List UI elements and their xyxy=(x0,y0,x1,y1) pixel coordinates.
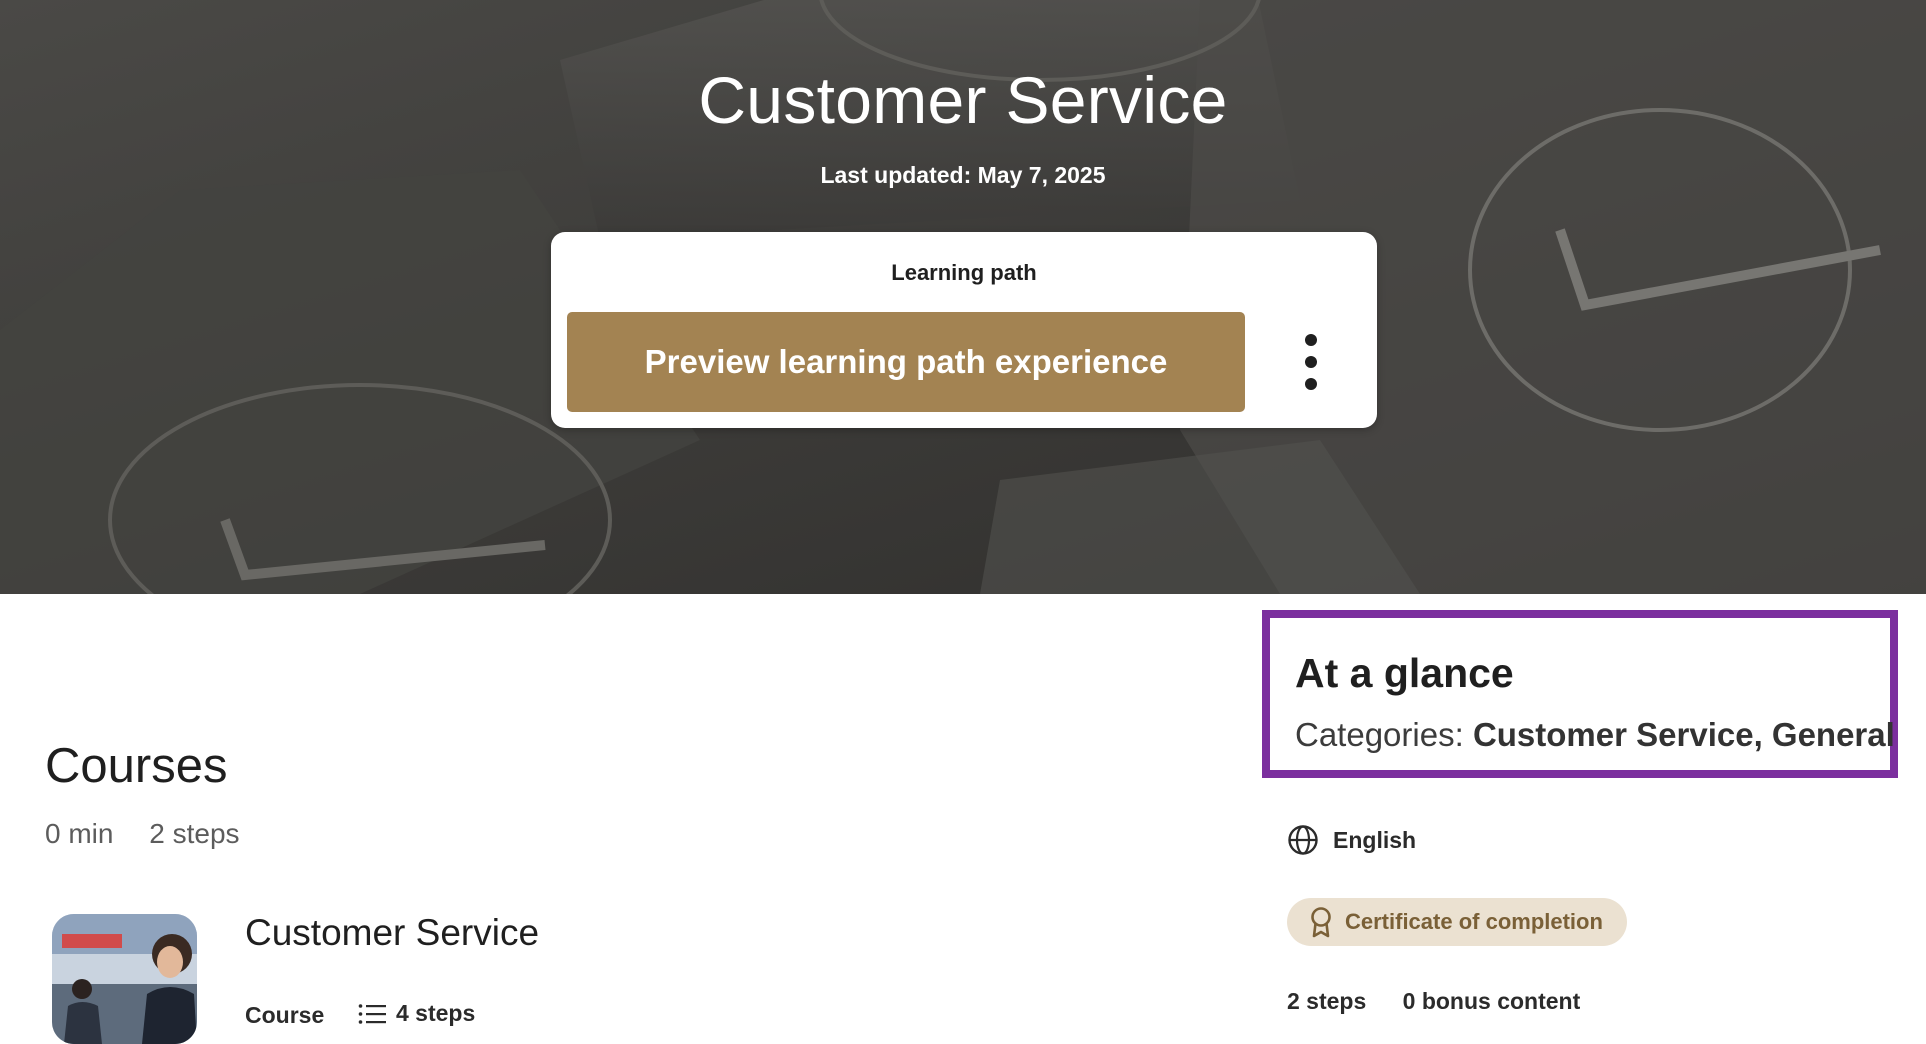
categories-value: Customer Service, General xyxy=(1472,716,1895,753)
learning-path-label: Learning path xyxy=(891,260,1037,285)
learning-path-card: Learning path Preview learning path expe… xyxy=(551,232,1377,428)
list-icon xyxy=(358,1003,386,1024)
courses-duration: 0 min xyxy=(45,818,114,849)
at-a-glance-title: At a glance xyxy=(1295,650,1514,696)
page-title: Customer Service xyxy=(698,63,1228,137)
preview-learning-path-button[interactable]: Preview learning path experience xyxy=(567,312,1245,412)
last-updated-text: Last updated: May 7, 2025 xyxy=(820,162,1106,188)
course-thumbnail-image xyxy=(52,914,197,1044)
courses-meta: 0 min 2 steps xyxy=(45,818,268,850)
course-step-count: 4 steps xyxy=(396,1000,476,1026)
at-a-glance-panel: At a glance Categories: Customer Service… xyxy=(1262,610,1898,778)
globe-icon xyxy=(1288,825,1318,855)
categories-label: Categories: xyxy=(1295,716,1464,753)
course-thumbnail[interactable] xyxy=(52,914,197,1044)
courses-heading: Courses xyxy=(45,739,228,793)
categories-row: Categories: Customer Service, General xyxy=(1295,716,1895,754)
hero-banner: Customer Service Last updated: May 7, 20… xyxy=(0,0,1926,594)
certificate-badge: Certificate of completion xyxy=(1287,898,1627,946)
certificate-label: Certificate of completion xyxy=(1345,909,1603,934)
award-ribbon-icon xyxy=(1311,907,1331,938)
courses-step-count: 2 steps xyxy=(149,818,240,849)
glance-step-count: 2 steps xyxy=(1287,988,1367,1014)
language-row: English xyxy=(1287,824,1416,856)
course-type-label: Course xyxy=(245,1002,325,1028)
language-label: English xyxy=(1333,826,1417,853)
course-title[interactable]: Customer Service xyxy=(245,912,539,954)
course-steps: 4 steps xyxy=(358,1000,475,1027)
glance-stats: 2 steps 0 bonus content xyxy=(1287,988,1610,1015)
glance-bonus-content: 0 bonus content xyxy=(1402,988,1581,1014)
more-options-button[interactable] xyxy=(1287,330,1335,394)
